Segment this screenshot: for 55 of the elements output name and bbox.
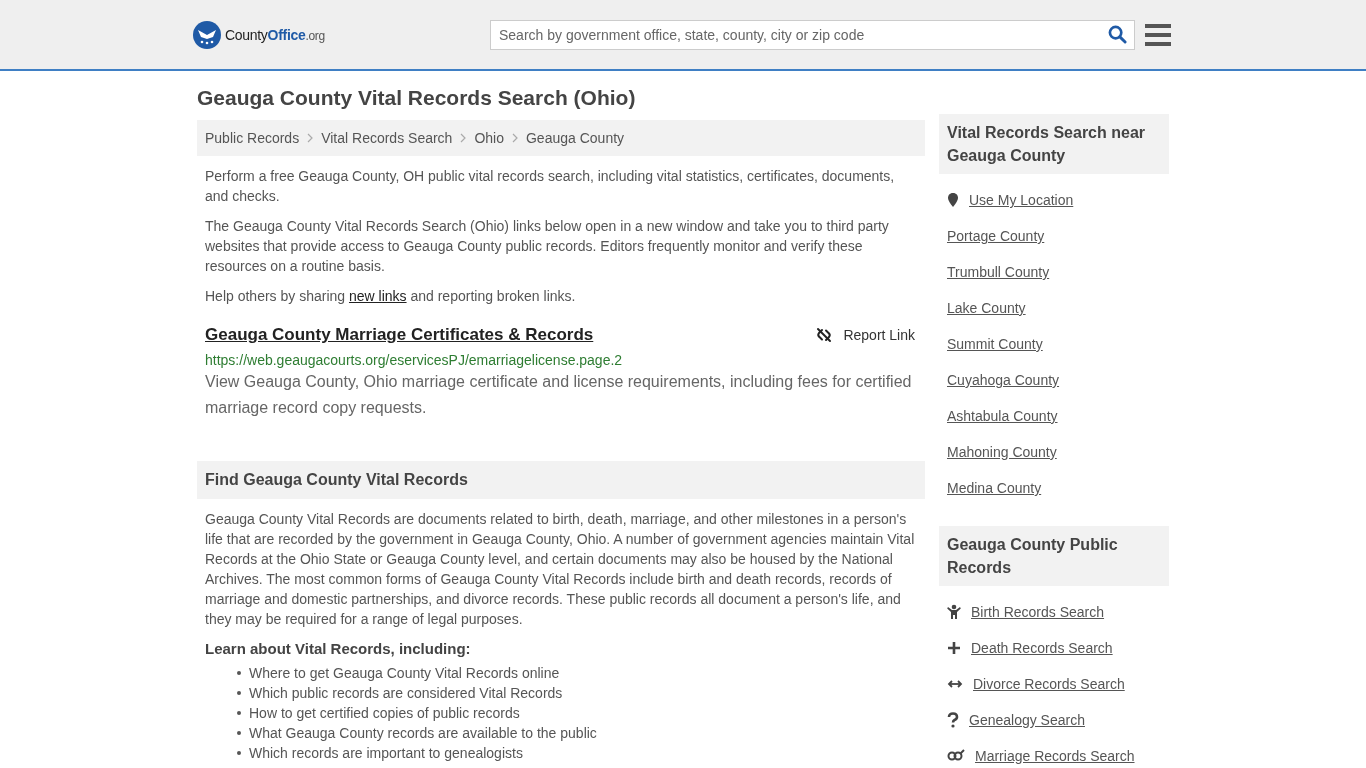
sidebar-link[interactable]: Death Records Search (971, 640, 1113, 656)
share-sentence: Help others by sharing new links and reporting broken links. (205, 287, 577, 306)
sidebar-link[interactable]: Use My Location (969, 192, 1074, 208)
menu-icon[interactable] (1145, 23, 1171, 46)
breadcrumb-link[interactable]: Public Records (205, 130, 300, 146)
plus-icon (947, 641, 961, 655)
bullet-icon (237, 731, 241, 735)
chevron-icon (307, 133, 314, 143)
record-link-title[interactable]: Geauga County Marriage Certificates & Records (205, 325, 594, 345)
sidebar-link[interactable]: Birth Records Search (971, 604, 1105, 620)
list-heading: Learn about Vital Records, including: (205, 640, 472, 657)
link-description: View Geauga County, Ohio marriage certificate and license requirements, including fees for certified marriage record copy requests. (205, 372, 913, 418)
bullet-icon (237, 751, 241, 755)
sidebar-link[interactable]: Cuyahoga County (947, 372, 1060, 388)
intro-paragraph: The Geauga County Vital Records Search (Ohio) links below open in a new window and take you to third party websites that provide access to Geauga County public records. Editors frequently monitor and verify these resources on a routine basis. (205, 217, 890, 276)
sidebar-heading: Geauga County Public Records (939, 526, 1169, 586)
sidebar-link[interactable]: Summit County (947, 336, 1043, 352)
double-arrow-icon (947, 679, 963, 689)
list-item: Where to get Geauga County Vital Records online (249, 664, 560, 683)
search-field[interactable]: Search by government office, state, county, city or zip code (490, 19, 1135, 50)
page-title: Geauga County Vital Records Search (Ohio) (197, 86, 637, 110)
question-icon (947, 712, 959, 728)
section-heading: Find Geauga County Vital Records (197, 461, 925, 499)
bullet-icon (237, 711, 241, 715)
sidebar-link[interactable]: Trumbull County (947, 264, 1050, 280)
broken-link-icon (816, 327, 833, 343)
sidebar-link[interactable]: Mahoning County (947, 444, 1057, 460)
sidebar-link[interactable]: Lake County (947, 300, 1026, 316)
map-pin-icon (947, 192, 959, 208)
sidebar-link[interactable]: Genealogy Search (969, 712, 1085, 728)
sidebar-link[interactable]: Portage County (947, 228, 1045, 244)
sidebar-link[interactable]: Ashtabula County (947, 408, 1058, 424)
intro-paragraph: Perform a free Geauga County, OH public vital records search, including vital statistics, certificates, documents, and checks. (205, 167, 896, 206)
list-item: Which public records are considered Vital Records (249, 684, 563, 703)
chevron-icon (512, 133, 518, 143)
list-item: How to get certified copies of public records (249, 704, 520, 723)
report-link-button[interactable]: Report Link (814, 327, 917, 343)
bullet-icon (237, 671, 241, 675)
chevron-icon (460, 133, 467, 143)
breadcrumb-link[interactable]: Ohio (474, 130, 504, 146)
sidebar-link[interactable]: Medina County (947, 480, 1042, 496)
bullet-icon (237, 691, 241, 695)
sidebar-link[interactable]: Divorce Records Search (973, 676, 1125, 692)
list-item: Which records are important to genealogists (249, 744, 523, 763)
breadcrumb-link[interactable]: Geauga County (526, 130, 625, 146)
new-links-link[interactable]: new links (348, 288, 407, 304)
sidebar-heading: Vital Records Search near Geauga County (939, 114, 1169, 174)
section-paragraph: Geauga County Vital Records are documents related to birth, death, marriage, and other milestones in a person's life that are recorded by the government in Geauga County, Ohio. A number of government agencies maintain Vital Records at the Ohio State or Geauga County level, and certain documents may also be housed by the National Archives. The most common forms of Geauga County Vital Records include birth and death records, records of marriage and domestic partnerships, and divorce records. These public records all document a person's life, and they may be required for a range of legal purposes. (205, 510, 916, 629)
breadcrumb-link[interactable]: Vital Records Search (321, 130, 453, 146)
sidebar-link[interactable]: Marriage Records Search (975, 748, 1135, 764)
site-logo-link[interactable]: CountyOffice.org (225, 26, 325, 43)
child-icon (947, 604, 961, 620)
list-item: What Geauga County records are available to the public (249, 724, 597, 743)
search-icon[interactable] (1108, 24, 1127, 44)
link-url: https://web.geaugacourts.org/eservicesPJ/emarriagelicense.page.2 (205, 352, 624, 368)
